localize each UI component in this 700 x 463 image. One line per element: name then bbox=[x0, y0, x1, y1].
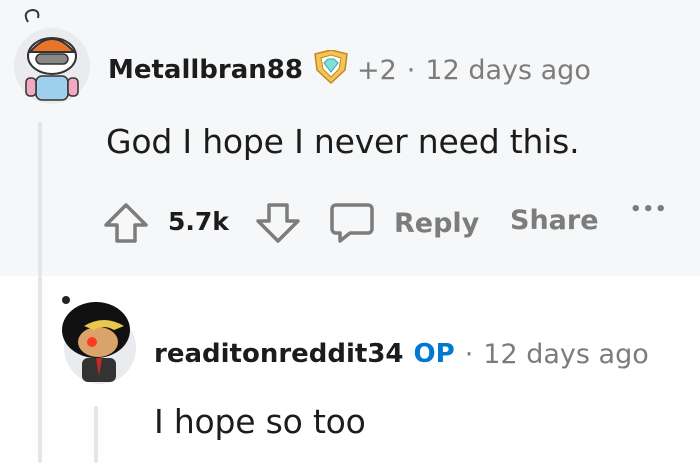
thread-line[interactable] bbox=[38, 122, 42, 276]
meta-separator: · bbox=[464, 338, 474, 370]
reply-button[interactable]: Reply bbox=[328, 199, 479, 247]
snoo-avatar-icon bbox=[62, 296, 136, 384]
user-avatar[interactable] bbox=[56, 290, 140, 386]
comment-parent: Metallbran88 +2 · 12 days ago God I hope… bbox=[0, 0, 700, 276]
downvote-button[interactable] bbox=[252, 201, 304, 245]
username-link[interactable]: readitonreddit34 bbox=[154, 339, 404, 369]
comment-bubble-icon bbox=[330, 203, 374, 243]
downvote-icon bbox=[256, 203, 300, 243]
more-options-button[interactable]: ••• bbox=[630, 199, 668, 220]
award-count[interactable]: +2 bbox=[357, 55, 397, 86]
award-badge-icon[interactable] bbox=[311, 48, 351, 91]
username-link[interactable]: Metallbran88 bbox=[108, 55, 303, 85]
snoo-avatar-icon bbox=[14, 8, 90, 104]
meta-separator: · bbox=[406, 54, 416, 86]
comment-meta: Metallbran88 +2 · 12 days ago bbox=[108, 48, 591, 91]
upvote-button[interactable] bbox=[100, 201, 152, 245]
comment-meta: readitonreddit34 OP · 12 days ago bbox=[154, 334, 649, 374]
upvote-icon bbox=[104, 203, 148, 243]
timestamp[interactable]: 12 days ago bbox=[425, 55, 590, 86]
reply-label: Reply bbox=[394, 207, 480, 239]
vote-score: 5.7k bbox=[168, 207, 229, 236]
user-avatar[interactable] bbox=[8, 6, 96, 106]
share-button[interactable]: Share bbox=[510, 205, 599, 236]
thread-line[interactable] bbox=[94, 406, 98, 463]
comment-reply: readitonreddit34 OP · 12 days ago I hope… bbox=[0, 276, 700, 463]
timestamp[interactable]: 12 days ago bbox=[483, 339, 648, 370]
comment-body: God I hope I never need this. bbox=[106, 122, 580, 161]
op-badge: OP bbox=[413, 339, 455, 369]
comment-actions: 5.7k Reply Share ••• bbox=[100, 195, 700, 251]
comment-body: I hope so too bbox=[154, 402, 366, 441]
thread-line[interactable] bbox=[38, 276, 42, 463]
